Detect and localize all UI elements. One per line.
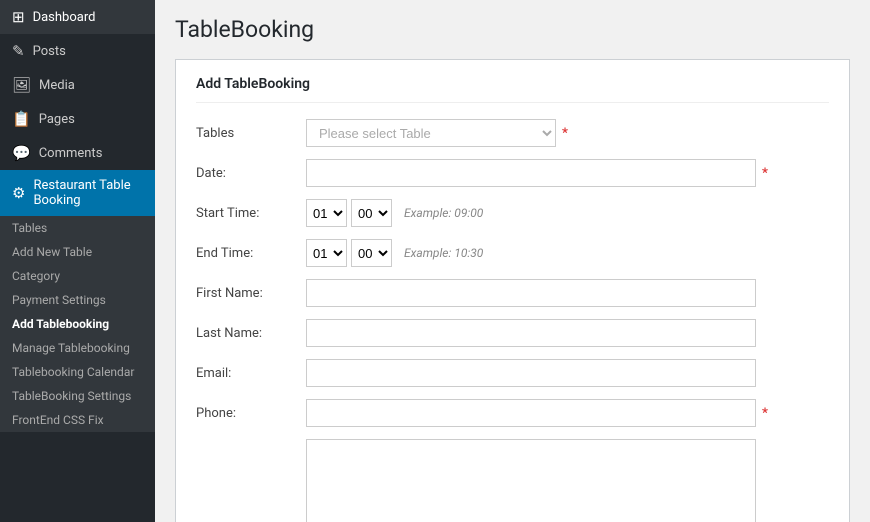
start-minute-select[interactable]: 00051015 20253035 40455055 (351, 199, 392, 227)
phone-field: * (306, 399, 829, 427)
first-name-field (306, 279, 829, 307)
sidebar-sub-tables[interactable]: Tables (0, 216, 155, 240)
page-title: TableBooking (175, 16, 850, 43)
notes-textarea[interactable] (306, 439, 756, 522)
date-input[interactable] (306, 159, 756, 187)
form-box-title: Add TableBooking (196, 76, 829, 103)
tables-field: Please select Table * (306, 119, 829, 147)
last-name-input[interactable] (306, 319, 756, 347)
form-box: Add TableBooking Tables Please select Ta… (175, 59, 850, 522)
start-hour-select[interactable]: 01020304 05060708 09101112 (306, 199, 347, 227)
sidebar-sub-tablebooking-calendar[interactable]: Tablebooking Calendar (0, 360, 155, 384)
email-row: Email: (196, 359, 829, 387)
first-name-label: First Name: (196, 286, 306, 301)
email-label: Email: (196, 366, 306, 381)
main-content: TableBooking Add TableBooking Tables Ple… (155, 0, 870, 522)
tables-row: Tables Please select Table * (196, 119, 829, 147)
tables-select[interactable]: Please select Table (306, 119, 556, 147)
end-time-example: Example: 10:30 (404, 246, 483, 260)
email-field (306, 359, 829, 387)
tables-required: * (562, 126, 568, 141)
sidebar-item-media[interactable]: 🖼 Media (0, 68, 155, 102)
comments-icon: 💬 (12, 144, 31, 162)
start-time-example: Example: 09:00 (404, 206, 483, 220)
last-name-row: Last Name: (196, 319, 829, 347)
pages-icon: 📋 (12, 110, 31, 128)
start-time-group: 01020304 05060708 09101112 00051015 2025… (306, 199, 483, 227)
sidebar-item-restaurant-table-booking[interactable]: ⚙ Restaurant Table Booking (0, 170, 155, 216)
phone-required: * (762, 406, 768, 421)
start-time-row: Start Time: 01020304 05060708 09101112 0… (196, 199, 829, 227)
sidebar-sub-manage-tablebooking[interactable]: Manage Tablebooking (0, 336, 155, 360)
tables-label: Tables (196, 126, 306, 141)
phone-row: Phone: * (196, 399, 829, 427)
start-time-field: 01020304 05060708 09101112 00051015 2025… (306, 199, 829, 227)
date-row: Date: * (196, 159, 829, 187)
end-time-row: End Time: 01020304 05060708 09101112 000… (196, 239, 829, 267)
sidebar-sub-frontend-css-fix[interactable]: FrontEnd CSS Fix (0, 408, 155, 432)
sidebar-sub-tablebooking-settings[interactable]: TableBooking Settings (0, 384, 155, 408)
dashboard-icon: ⊞ (12, 8, 25, 26)
phone-label: Phone: (196, 406, 306, 421)
sidebar-submenu: Tables Add New Table Category Payment Se… (0, 216, 155, 432)
sidebar-item-pages[interactable]: 📋 Pages (0, 102, 155, 136)
sidebar-item-comments[interactable]: 💬 Comments (0, 136, 155, 170)
end-time-field: 01020304 05060708 09101112 00051015 2025… (306, 239, 829, 267)
sidebar-sub-add-tablebooking[interactable]: Add Tablebooking (0, 312, 155, 336)
media-icon: 🖼 (12, 76, 31, 94)
phone-input[interactable] (306, 399, 756, 427)
last-name-label: Last Name: (196, 326, 306, 341)
start-time-label: Start Time: (196, 206, 306, 221)
first-name-row: First Name: (196, 279, 829, 307)
sidebar-sub-payment-settings[interactable]: Payment Settings (0, 288, 155, 312)
notes-field (306, 439, 829, 522)
sidebar-item-dashboard[interactable]: ⊞ Dashboard (0, 0, 155, 34)
first-name-input[interactable] (306, 279, 756, 307)
end-time-label: End Time: (196, 246, 306, 261)
sidebar: ⊞ Dashboard ✎ Posts 🖼 Media 📋 Pages 💬 Co… (0, 0, 155, 522)
end-minute-select[interactable]: 00051015 20253035 40455055 (351, 239, 392, 267)
date-label: Date: (196, 166, 306, 181)
sidebar-sub-add-new-table[interactable]: Add New Table (0, 240, 155, 264)
sidebar-sub-category[interactable]: Category (0, 264, 155, 288)
sidebar-item-posts[interactable]: ✎ Posts (0, 34, 155, 68)
last-name-field (306, 319, 829, 347)
end-hour-select[interactable]: 01020304 05060708 09101112 (306, 239, 347, 267)
end-time-group: 01020304 05060708 09101112 00051015 2025… (306, 239, 483, 267)
date-required: * (762, 166, 768, 181)
posts-icon: ✎ (12, 42, 25, 60)
email-input[interactable] (306, 359, 756, 387)
restaurant-icon: ⚙ (12, 184, 25, 202)
date-field: * (306, 159, 829, 187)
notes-row (196, 439, 829, 522)
